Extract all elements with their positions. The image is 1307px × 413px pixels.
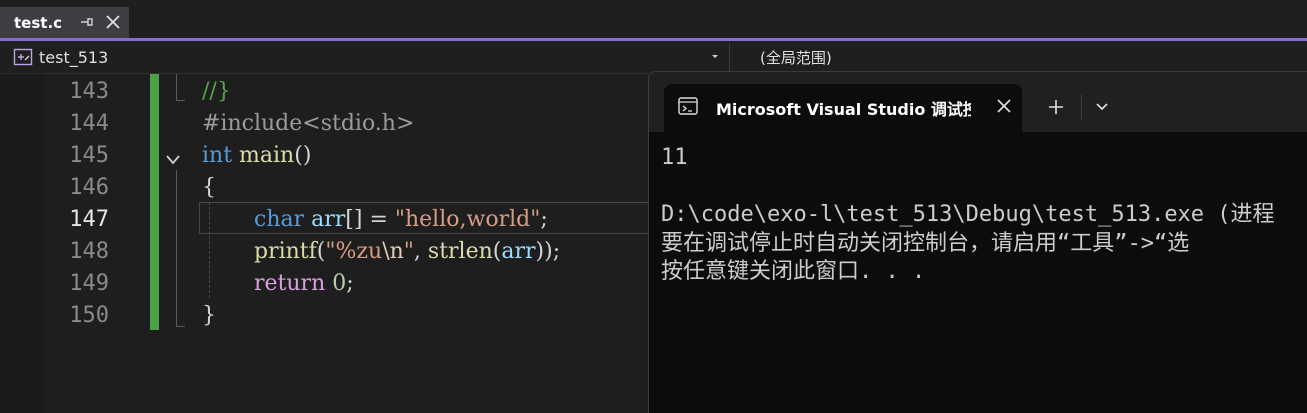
fold-outline (176, 170, 177, 326)
line-number: 148 (69, 239, 109, 264)
variable: arr (501, 239, 536, 264)
code-line-146: { (202, 172, 216, 204)
escape-sequence: \n (382, 239, 404, 264)
code-line-143: //} (202, 76, 231, 108)
preprocessor-text: #include<stdio.h> (202, 111, 415, 136)
debug-console-window[interactable]: Microsoft Visual Studio 调试控 11 D:\code\e… (648, 71, 1307, 413)
code-line-150: } (202, 300, 216, 332)
keyword: int (202, 143, 233, 168)
console-output[interactable]: 11 D:\code\exo-l\test_513\Debug\test_513… (661, 144, 1307, 287)
document-tab[interactable]: test.c (0, 7, 129, 38)
punctuation: , (413, 239, 428, 264)
console-line: 按任意键关闭此窗口. . . (661, 259, 926, 284)
console-titlebar: Microsoft Visual Studio 调试控 (649, 72, 1307, 132)
chevron-down-icon[interactable] (1095, 102, 1109, 112)
function-name: printf (254, 239, 317, 264)
line-number: 150 (69, 303, 109, 328)
console-line: 11 (661, 145, 688, 170)
string-literal: "hello,world" (394, 207, 541, 232)
line-number: 145 (69, 143, 109, 168)
line-number: 143 (69, 79, 109, 104)
line-number: 149 (69, 271, 109, 296)
punctuation: } (202, 303, 216, 328)
line-number: 146 (69, 175, 109, 200)
change-tracking-bar (150, 74, 159, 330)
keyword: return (254, 271, 326, 296)
punctuation: () (294, 143, 312, 168)
visual-studio-window: test.c test_513 (全局范围) 143 144 145 146 1… (0, 0, 1307, 413)
navbar-divider (729, 43, 730, 71)
function-dropdown[interactable]: test_513 (9, 45, 727, 69)
function-name: test_513 (39, 47, 109, 67)
function-name: strlen (427, 239, 493, 264)
fold-outline-end (176, 326, 185, 327)
line-number-current: 147 (69, 207, 109, 232)
punctuation: ; (540, 207, 548, 232)
pin-icon[interactable] (79, 14, 95, 30)
function-name: main (239, 143, 295, 168)
navigation-bar: test_513 (全局范围) (0, 41, 1307, 74)
fold-outline-end (176, 100, 185, 101)
code-line-145: int main() (202, 140, 311, 172)
punctuation: { (202, 175, 216, 200)
code-line-149: return 0; (254, 268, 354, 300)
plus-icon[interactable] (1047, 98, 1065, 116)
punctuation: [] = (345, 207, 395, 232)
close-icon[interactable] (996, 98, 1012, 114)
variable: arr (311, 207, 346, 232)
console-tab[interactable]: Microsoft Visual Studio 调试控 (664, 84, 1022, 132)
keyword: char (254, 207, 305, 232)
document-tab-strip: test.c (0, 0, 1307, 38)
document-tab-title: test.c (14, 13, 63, 32)
string-literal: " (403, 239, 414, 264)
code-line-147: char arr[] = "hello,world"; (254, 204, 548, 236)
code-line-144: #include<stdio.h> (202, 108, 414, 140)
scope-icon (13, 48, 33, 66)
terminal-icon (678, 97, 698, 115)
console-line: 要在调试停止时自动关闭控制台，请启用“工具”->“选 (661, 230, 1190, 256)
punctuation: )); (535, 239, 561, 264)
chevron-down-icon[interactable] (709, 50, 721, 62)
console-tab-title: Microsoft Visual Studio 调试控 (716, 100, 971, 119)
fold-outline (176, 74, 177, 100)
line-number: 144 (69, 111, 109, 136)
comment-text: //} (202, 79, 231, 104)
string-literal: "%zu (325, 239, 383, 264)
punctuation: ; (346, 271, 354, 296)
titlebar-divider (1081, 94, 1082, 120)
number-literal: 0 (332, 271, 347, 296)
console-line: D:\code\exo-l\test_513\Debug\test_513.ex… (661, 202, 1275, 227)
scope-dropdown[interactable]: (全局范围) (760, 47, 832, 68)
close-icon[interactable] (104, 13, 122, 31)
code-line-148: printf("%zu\n", strlen(arr)); (254, 236, 560, 268)
fold-chevron-icon[interactable] (164, 153, 182, 167)
indicator-margin (0, 74, 44, 413)
